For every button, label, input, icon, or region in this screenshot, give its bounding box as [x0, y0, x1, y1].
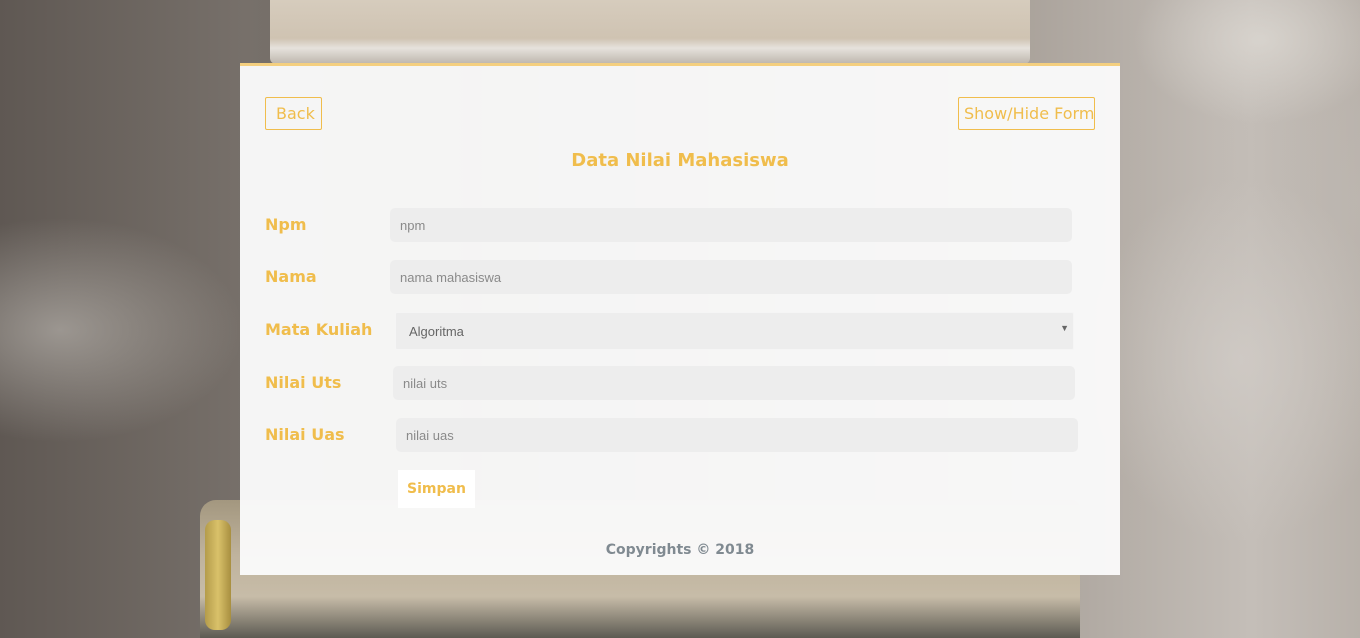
dropdown-arrow-icon: ▼ [1060, 323, 1069, 333]
background-book-edge [205, 520, 231, 630]
back-button[interactable]: Back [265, 97, 322, 130]
mata-kuliah-label: Mata Kuliah [265, 320, 373, 339]
nilai-uts-input[interactable] [393, 366, 1075, 400]
form-panel: Back Show/Hide Form Data Nilai Mahasiswa… [240, 63, 1120, 575]
simpan-button[interactable]: Simpan [398, 470, 475, 508]
background-book-top [270, 0, 1030, 64]
nama-label: Nama [265, 267, 317, 286]
show-hide-form-button[interactable]: Show/Hide Form [958, 97, 1095, 130]
page-title: Data Nilai Mahasiswa [571, 150, 789, 171]
nilai-uas-label: Nilai Uas [265, 425, 345, 444]
nama-input[interactable] [390, 260, 1072, 294]
npm-input[interactable] [390, 208, 1072, 242]
mata-kuliah-selected-value: Algoritma [409, 324, 464, 339]
copyright-footer: Copyrights © 2018 [605, 542, 755, 558]
nilai-uts-label: Nilai Uts [265, 373, 342, 392]
npm-label: Npm [265, 215, 307, 234]
nilai-uas-input[interactable] [396, 418, 1078, 452]
mata-kuliah-select[interactable]: Algoritma ▼ [395, 312, 1074, 350]
